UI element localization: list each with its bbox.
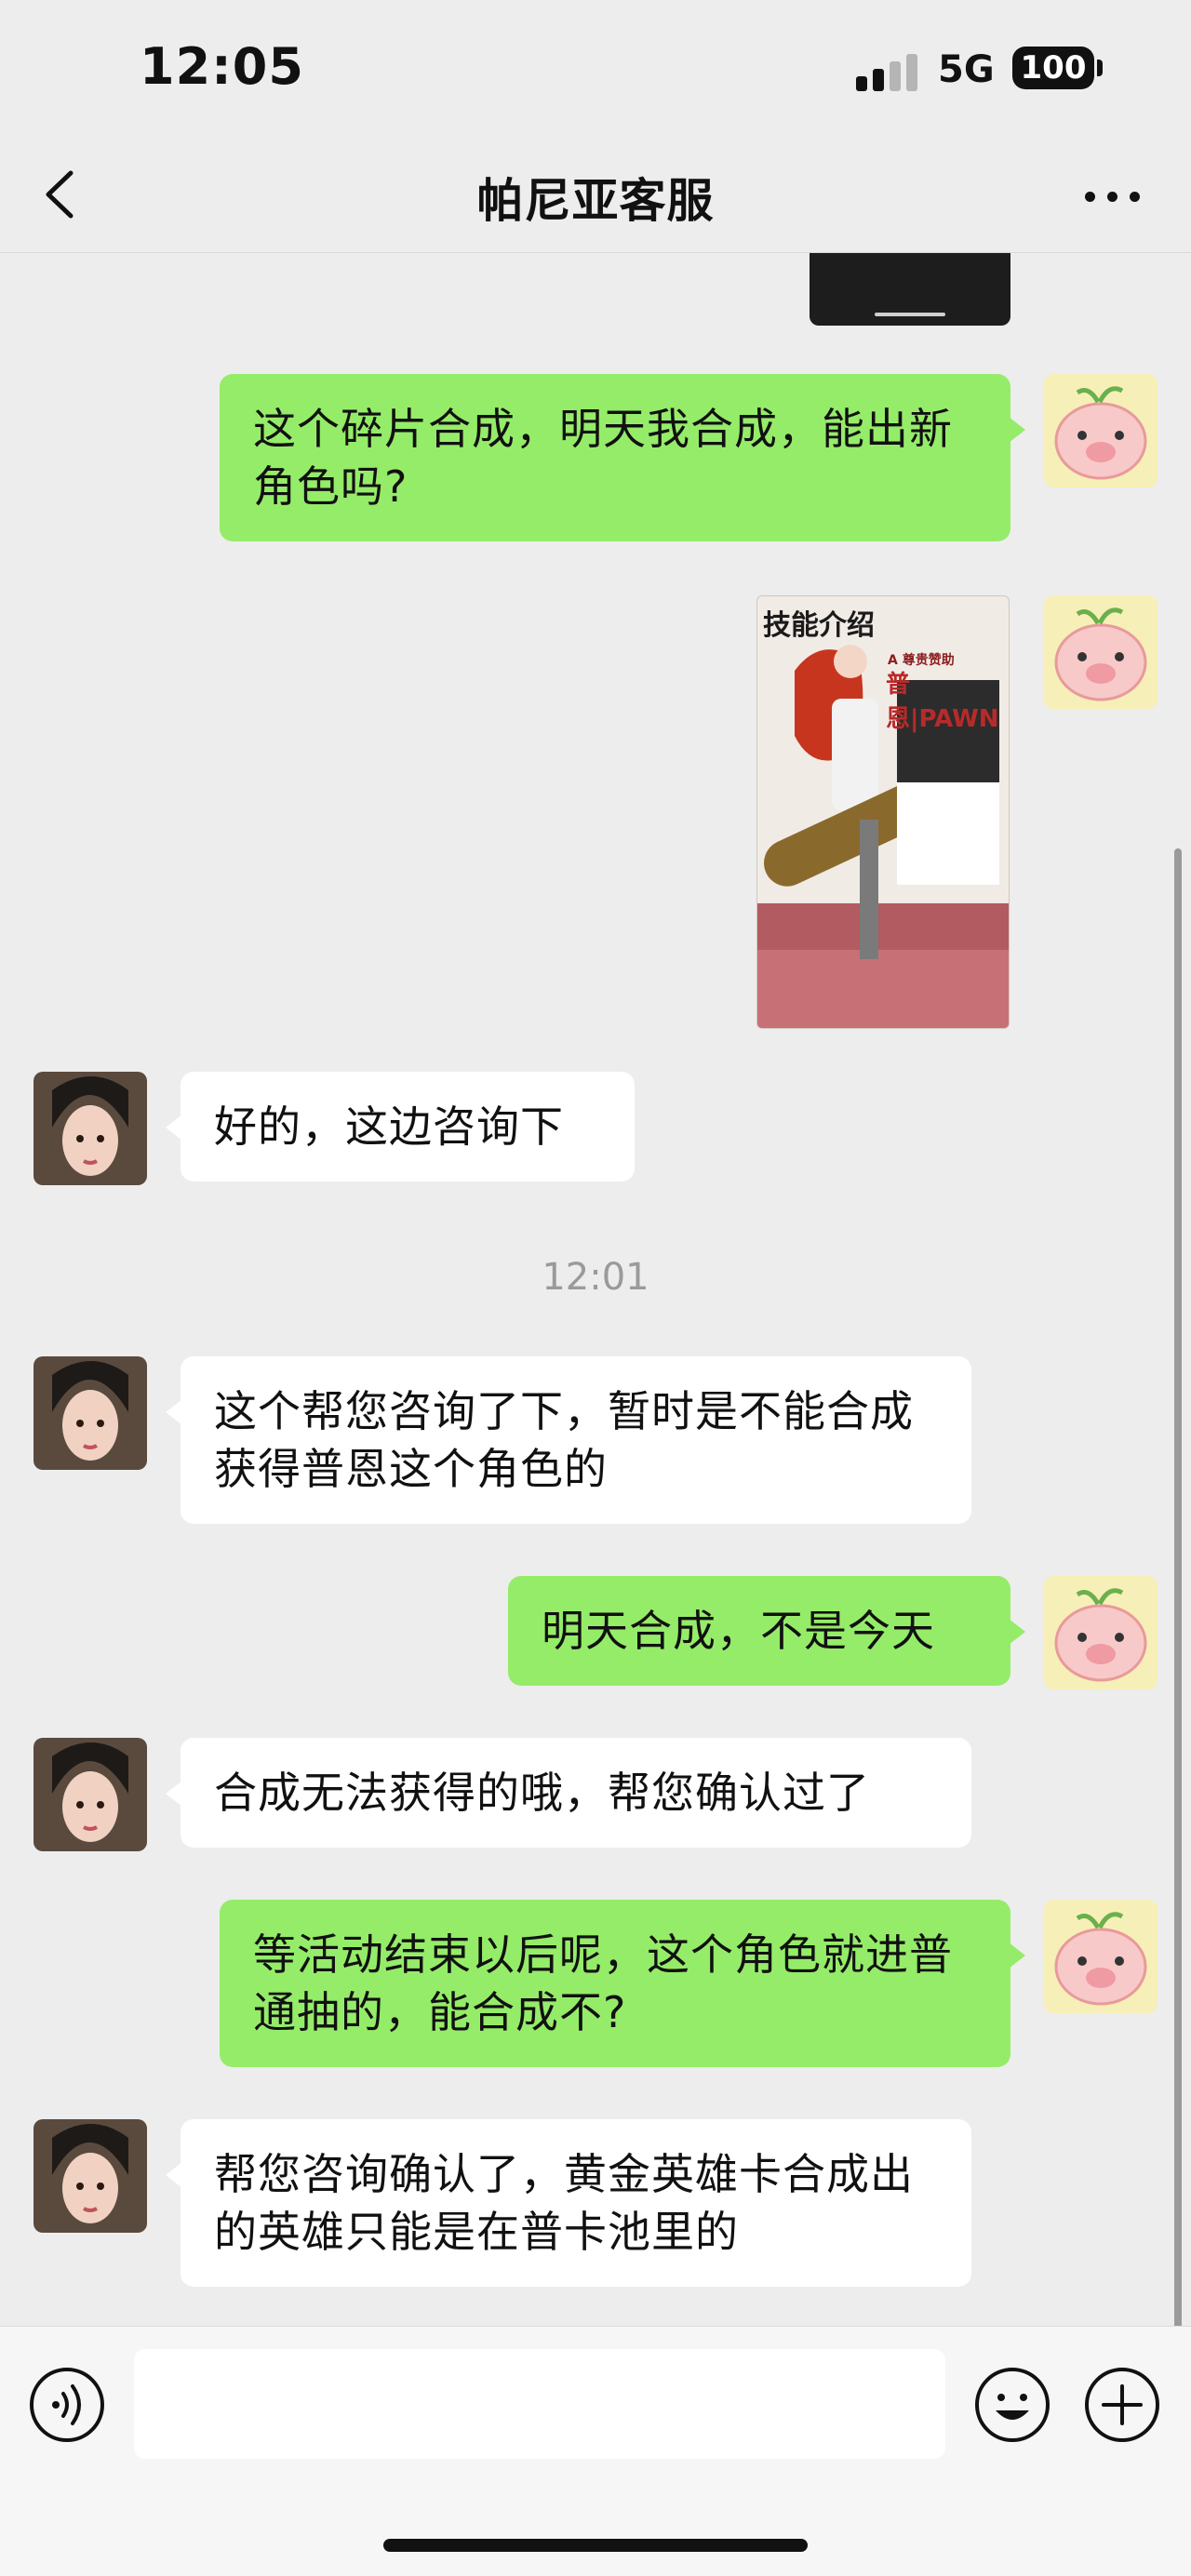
my-avatar[interactable] bbox=[1044, 1900, 1158, 2013]
message-input[interactable] bbox=[134, 2349, 945, 2459]
plus-button[interactable] bbox=[1083, 2366, 1161, 2444]
my-avatar[interactable] bbox=[1044, 374, 1158, 487]
message-bubble-sent[interactable]: 等活动结束以后呢，这个角色就进普通抽的，能合成不? bbox=[220, 1900, 1025, 2067]
video-message-thumbnail[interactable] bbox=[810, 253, 1010, 326]
more-button[interactable] bbox=[1085, 177, 1144, 214]
voice-icon bbox=[30, 2368, 104, 2442]
service-avatar[interactable] bbox=[33, 2119, 147, 2233]
scrollbar[interactable] bbox=[1174, 848, 1182, 2326]
message-bubble-received[interactable]: 合成无法获得的哦，帮您确认过了 bbox=[166, 1738, 971, 1848]
battery-tip bbox=[1097, 60, 1103, 76]
home-indicator[interactable] bbox=[383, 2539, 808, 2552]
message-bubble-sent[interactable]: 明天合成，不是今天 bbox=[508, 1576, 1025, 1686]
emoji-button[interactable] bbox=[973, 2366, 1051, 2444]
chat-title: 帕尼亚客服 bbox=[476, 174, 715, 228]
network-label: 5G bbox=[938, 48, 995, 91]
service-avatar[interactable] bbox=[33, 1072, 147, 1185]
status-time: 12:05 bbox=[140, 37, 304, 96]
emoji-icon bbox=[975, 2368, 1050, 2442]
timestamp: 12:01 bbox=[542, 1256, 649, 1299]
my-avatar[interactable] bbox=[1044, 1576, 1158, 1689]
voice-button[interactable] bbox=[28, 2366, 106, 2444]
signal-icon bbox=[856, 52, 917, 91]
message-bubble-sent[interactable]: 这个碎片合成，明天我合成，能出新角色吗? bbox=[220, 374, 1025, 541]
my-avatar[interactable] bbox=[1044, 595, 1158, 709]
nav-bar: 帕尼亚客服 bbox=[0, 140, 1191, 253]
battery-icon: 100 bbox=[1012, 47, 1094, 89]
poster-title: 技能介绍 bbox=[763, 609, 875, 642]
poster-name: 普恩|PAWN bbox=[886, 671, 999, 733]
message-bubble-received[interactable]: 帮您咨询确认了，黄金英雄卡合成出的英雄只能是在普卡池里的 bbox=[166, 2119, 971, 2287]
status-bar: 12:05 5G 100 bbox=[0, 0, 1191, 140]
message-bubble-received[interactable]: 这个帮您咨询了下，暂时是不能合成获得普恩这个角色的 bbox=[166, 1356, 971, 1524]
service-avatar[interactable] bbox=[33, 1738, 147, 1851]
image-message[interactable]: 技能介绍 A 尊贵赞助 普恩|PAWN bbox=[756, 595, 1010, 1029]
chat-area[interactable]: 这个碎片合成，明天我合成，能出新角色吗? 技能介绍 A 尊贵赞助 普恩|PAWN bbox=[0, 253, 1191, 2326]
plus-icon bbox=[1085, 2368, 1159, 2442]
service-avatar[interactable] bbox=[33, 1356, 147, 1470]
message-bubble-received[interactable]: 好的，这边咨询下 bbox=[166, 1072, 635, 1181]
